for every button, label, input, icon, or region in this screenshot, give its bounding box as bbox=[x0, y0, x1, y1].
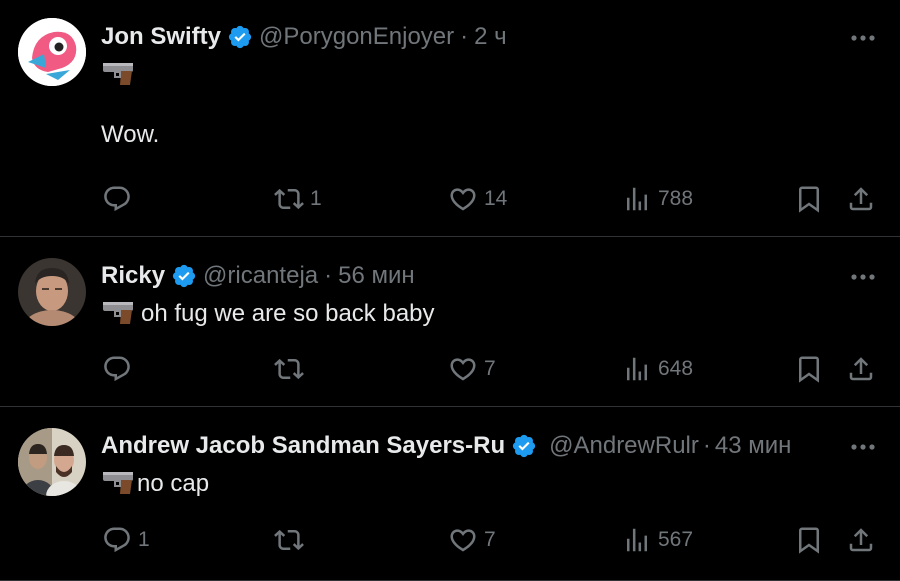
tweet-actions: 1 7 567 bbox=[0, 522, 900, 558]
verified-badge-icon bbox=[513, 434, 536, 458]
reply-button[interactable]: 1 bbox=[102, 522, 150, 558]
bookmark-button[interactable] bbox=[794, 522, 824, 558]
tweet[interactable]: Ricky @ricanteja · 56 мин oh fug we are … bbox=[0, 237, 900, 407]
pistol-emoji bbox=[103, 472, 133, 494]
tweet-text: oh fug we are so back baby bbox=[101, 299, 880, 329]
views-icon bbox=[627, 187, 647, 211]
retweet-icon bbox=[274, 188, 304, 210]
reply-count: 1 bbox=[138, 528, 150, 551]
reply-button[interactable] bbox=[102, 181, 138, 217]
avatar[interactable] bbox=[18, 18, 86, 86]
like-count: 7 bbox=[484, 528, 496, 551]
like-icon bbox=[450, 188, 476, 211]
retweet-button[interactable] bbox=[274, 351, 310, 387]
tweet-text: no cap bbox=[101, 469, 880, 499]
retweet-icon bbox=[274, 529, 304, 551]
user-handle[interactable]: @PorygonEnjoyer bbox=[259, 23, 454, 51]
user-handle[interactable]: @ricanteja bbox=[203, 262, 318, 290]
tweet-header: Andrew Jacob Sandman Sayers-Ru @AndrewRu… bbox=[101, 431, 830, 461]
reply-button[interactable] bbox=[102, 351, 138, 387]
views-icon bbox=[627, 528, 647, 552]
pistol-emoji bbox=[103, 302, 133, 324]
retweet-icon bbox=[274, 358, 304, 380]
views-count: 567 bbox=[658, 528, 694, 551]
tweet-actions: 7 648 bbox=[0, 351, 900, 387]
like-button[interactable]: 14 bbox=[448, 181, 507, 217]
display-name[interactable]: Andrew Jacob Sandman Sayers-Ru bbox=[101, 432, 505, 460]
avatar[interactable] bbox=[18, 258, 86, 326]
share-icon bbox=[849, 187, 873, 211]
reply-icon bbox=[104, 527, 130, 553]
share-icon bbox=[849, 528, 873, 552]
separator-dot: · bbox=[702, 432, 711, 459]
share-button[interactable] bbox=[846, 522, 876, 558]
tweet[interactable]: Andrew Jacob Sandman Sayers-Ru @AndrewRu… bbox=[0, 407, 900, 581]
like-icon bbox=[450, 529, 476, 552]
tweet-actions: 1 14 788 bbox=[0, 181, 900, 217]
tweet-header: Jon Swifty @PorygonEnjoyer · 2 ч bbox=[101, 22, 880, 52]
views-button[interactable]: 788 bbox=[622, 181, 693, 217]
views-count: 648 bbox=[658, 357, 694, 380]
timestamp[interactable]: 43 мин bbox=[715, 432, 792, 460]
avatar[interactable] bbox=[18, 428, 86, 496]
person-avatar-icon bbox=[18, 258, 86, 326]
tweet-feed: Jon Swifty @PorygonEnjoyer · 2 ч Wow. 1 … bbox=[0, 0, 900, 581]
tweet-line: oh fug we are so back baby bbox=[141, 300, 435, 327]
like-button[interactable]: 7 bbox=[448, 351, 496, 387]
user-handle[interactable]: @AndrewRulr bbox=[549, 432, 699, 460]
views-count: 788 bbox=[658, 187, 694, 210]
like-button[interactable]: 7 bbox=[448, 522, 496, 558]
bookmark-icon bbox=[799, 186, 819, 213]
more-options-icon[interactable] bbox=[848, 28, 878, 48]
bookmark-button[interactable] bbox=[794, 351, 824, 387]
tweet-header: Ricky @ricanteja · 56 мин bbox=[101, 261, 880, 291]
timestamp[interactable]: 56 мин bbox=[338, 262, 415, 290]
tweet[interactable]: Jon Swifty @PorygonEnjoyer · 2 ч Wow. 1 … bbox=[0, 0, 900, 237]
display-name[interactable]: Ricky bbox=[101, 262, 165, 290]
tweet-line: no cap bbox=[137, 470, 210, 497]
tweet-line: Wow. bbox=[101, 121, 160, 148]
retweet-count: 1 bbox=[310, 187, 322, 210]
separator-dot: · bbox=[324, 262, 333, 289]
porygon-avatar-icon bbox=[18, 18, 86, 86]
views-button[interactable]: 648 bbox=[622, 351, 693, 387]
more-options-icon[interactable] bbox=[848, 267, 878, 287]
like-count: 7 bbox=[484, 357, 496, 380]
timestamp[interactable]: 2 ч bbox=[474, 23, 507, 51]
share-button[interactable] bbox=[846, 351, 876, 387]
like-icon bbox=[450, 358, 476, 381]
views-button[interactable]: 567 bbox=[622, 522, 693, 558]
tweet-text: Wow. bbox=[101, 60, 880, 150]
bookmark-icon bbox=[799, 527, 819, 554]
like-count: 14 bbox=[484, 187, 508, 210]
emoji-line bbox=[101, 60, 880, 90]
share-button[interactable] bbox=[846, 181, 876, 217]
more-options-icon[interactable] bbox=[848, 437, 878, 457]
bookmark-button[interactable] bbox=[794, 181, 824, 217]
reply-icon bbox=[104, 186, 130, 212]
retweet-button[interactable] bbox=[274, 522, 310, 558]
photo-avatar-icon bbox=[18, 428, 86, 496]
retweet-button[interactable]: 1 bbox=[274, 181, 322, 217]
views-icon bbox=[627, 357, 647, 381]
verified-badge-icon bbox=[228, 25, 252, 49]
reply-icon bbox=[104, 356, 130, 382]
display-name[interactable]: Jon Swifty bbox=[101, 23, 221, 51]
bookmark-icon bbox=[799, 356, 819, 383]
pistol-emoji bbox=[103, 63, 133, 85]
verified-badge-icon bbox=[172, 264, 196, 288]
share-icon bbox=[849, 357, 873, 381]
separator-dot: · bbox=[460, 23, 469, 50]
